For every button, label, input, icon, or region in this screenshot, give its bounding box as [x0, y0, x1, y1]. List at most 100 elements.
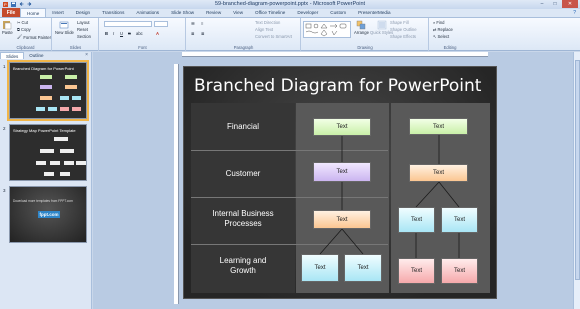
- thumbnail-preview[interactable]: Download more templates from FPPT.com fp…: [9, 186, 87, 243]
- format-painter-button[interactable]: 🖌 Format Painter: [17, 34, 51, 40]
- section-button[interactable]: Section: [77, 34, 91, 39]
- row-divider: [191, 244, 388, 245]
- minimize-button[interactable]: –: [536, 0, 548, 8]
- tab-design[interactable]: Design: [70, 8, 96, 17]
- node-learning-4[interactable]: Text: [441, 258, 478, 284]
- tab-custom[interactable]: Custom: [324, 8, 352, 17]
- slide-title[interactable]: Branched Diagram for PowerPoint: [194, 76, 481, 96]
- tab-slide-show[interactable]: Slide Show: [165, 8, 200, 17]
- underline-button[interactable]: U: [120, 31, 123, 36]
- paragraph-group-label: Paragraph: [233, 45, 254, 50]
- slides-panel-tabs: Slides Outline: [0, 52, 91, 59]
- vertical-scrollbar[interactable]: [573, 52, 580, 309]
- row-label-learning-growth[interactable]: Learning and Growth: [191, 256, 295, 276]
- mini-node: [65, 85, 77, 89]
- current-slide[interactable]: Branched Diagram for PowerPoint Financia…: [183, 66, 497, 299]
- font-size-input[interactable]: [154, 21, 168, 27]
- font-name-input[interactable]: [104, 21, 152, 27]
- tab-outline[interactable]: Outline: [24, 52, 48, 59]
- shape-fill-button[interactable]: Shape Fill: [390, 20, 409, 25]
- node-financial-1[interactable]: Text: [313, 118, 371, 136]
- node-internal-1[interactable]: Text: [313, 210, 371, 229]
- align-text-button[interactable]: Align Text: [255, 27, 273, 32]
- slide-number: 2: [3, 126, 6, 131]
- tab-animations[interactable]: Animations: [130, 8, 165, 17]
- align-center-button[interactable]: ≣: [201, 31, 205, 36]
- tab-file[interactable]: File: [2, 8, 20, 17]
- convert-smartart-label: Convert to SmartArt: [255, 34, 293, 39]
- text-direction-label: Text Direction: [255, 20, 281, 25]
- replace-icon: ⇄: [433, 27, 437, 32]
- node-financial-2[interactable]: Text: [409, 118, 468, 135]
- scrollbar-thumb[interactable]: [575, 60, 580, 280]
- select-button[interactable]: ↖ Select: [433, 34, 449, 39]
- mini-node: [44, 172, 54, 176]
- row-label-internal-business[interactable]: Internal Business Processes: [191, 209, 295, 229]
- arrange-button[interactable]: Arrange: [354, 20, 369, 35]
- mini-node: [54, 137, 68, 141]
- mini-node: [36, 161, 46, 165]
- quick-styles-icon: [377, 20, 386, 30]
- thumbnail-preview[interactable]: Branched Diagram for PowerPoint: [7, 60, 89, 121]
- slide-number: 1: [3, 64, 6, 69]
- arrange-icon: [357, 20, 366, 30]
- row-label-financial[interactable]: Financial: [191, 122, 295, 132]
- node-customer-2[interactable]: Text: [409, 164, 468, 182]
- cut-button[interactable]: ✂ Cut: [17, 20, 28, 25]
- shapes-icon: [305, 23, 347, 37]
- node-customer-1[interactable]: Text: [313, 162, 371, 182]
- mini-node: [72, 107, 81, 111]
- row-label-customer[interactable]: Customer: [191, 169, 295, 179]
- node-learning-1[interactable]: Text: [301, 254, 339, 282]
- close-button[interactable]: ✕: [562, 0, 578, 8]
- layout-button[interactable]: Layout: [77, 20, 90, 25]
- paste-button[interactable]: Paste: [2, 20, 13, 35]
- copy-button[interactable]: ⧉ Copy: [17, 27, 31, 32]
- arrange-label: Arrange: [354, 30, 369, 35]
- node-learning-3[interactable]: Text: [398, 258, 435, 284]
- maximize-button[interactable]: □: [549, 0, 561, 8]
- numbering-button[interactable]: ≡: [201, 21, 203, 26]
- shape-effects-button[interactable]: Shape Effects: [390, 34, 416, 39]
- reset-label: Reset: [77, 27, 88, 32]
- bullets-button[interactable]: ☰: [191, 21, 195, 26]
- new-slide-button[interactable]: New Slide: [55, 20, 74, 35]
- row-divider: [191, 197, 388, 198]
- shadow-button[interactable]: abc: [136, 31, 143, 36]
- tab-home[interactable]: Home: [20, 8, 47, 17]
- strikethrough-button[interactable]: S: [128, 31, 131, 36]
- bold-button[interactable]: B: [105, 31, 108, 36]
- node-internal-2[interactable]: Text: [398, 207, 435, 233]
- italic-button[interactable]: I: [113, 31, 114, 36]
- shapes-gallery[interactable]: [303, 21, 351, 38]
- text-direction-button[interactable]: Text Direction: [255, 20, 280, 25]
- tab-review[interactable]: Review: [200, 8, 227, 17]
- copy-label: Copy: [21, 27, 31, 32]
- scissors-icon: ✂: [17, 20, 21, 25]
- node-learning-2[interactable]: Text: [344, 254, 382, 282]
- tab-office-timeline[interactable]: Office Timeline: [249, 8, 291, 17]
- replace-button[interactable]: ⇄ Replace: [433, 27, 453, 32]
- shape-outline-button[interactable]: Shape Outline: [390, 27, 417, 32]
- mini-node: [60, 96, 69, 100]
- tab-slides[interactable]: Slides: [0, 52, 25, 59]
- tab-developer[interactable]: Developer: [291, 8, 324, 17]
- paste-icon: [3, 21, 12, 30]
- close-icon[interactable]: ×: [85, 52, 88, 58]
- help-icon[interactable]: ?: [573, 10, 576, 16]
- tab-presentermedia[interactable]: PresenterMedia: [352, 8, 396, 17]
- find-button[interactable]: ⌕ Find: [433, 20, 445, 25]
- tab-insert[interactable]: Insert: [46, 8, 70, 17]
- select-label: Select: [437, 34, 450, 39]
- thumbnail-preview[interactable]: Strategy Map PowerPoint Template: [9, 124, 87, 181]
- node-internal-3[interactable]: Text: [441, 207, 478, 233]
- slides-group: New Slide Layout Reset Section Slides: [53, 18, 99, 51]
- tab-view[interactable]: View: [227, 8, 249, 17]
- convert-smartart-button[interactable]: Convert to SmartArt: [255, 34, 292, 39]
- tab-transitions[interactable]: Transitions: [96, 8, 130, 17]
- new-slide-icon: [60, 21, 69, 29]
- reset-button[interactable]: Reset: [77, 27, 88, 32]
- layout-label: Layout: [77, 20, 90, 25]
- align-left-button[interactable]: ≣: [191, 31, 195, 36]
- font-color-button[interactable]: A: [156, 31, 159, 36]
